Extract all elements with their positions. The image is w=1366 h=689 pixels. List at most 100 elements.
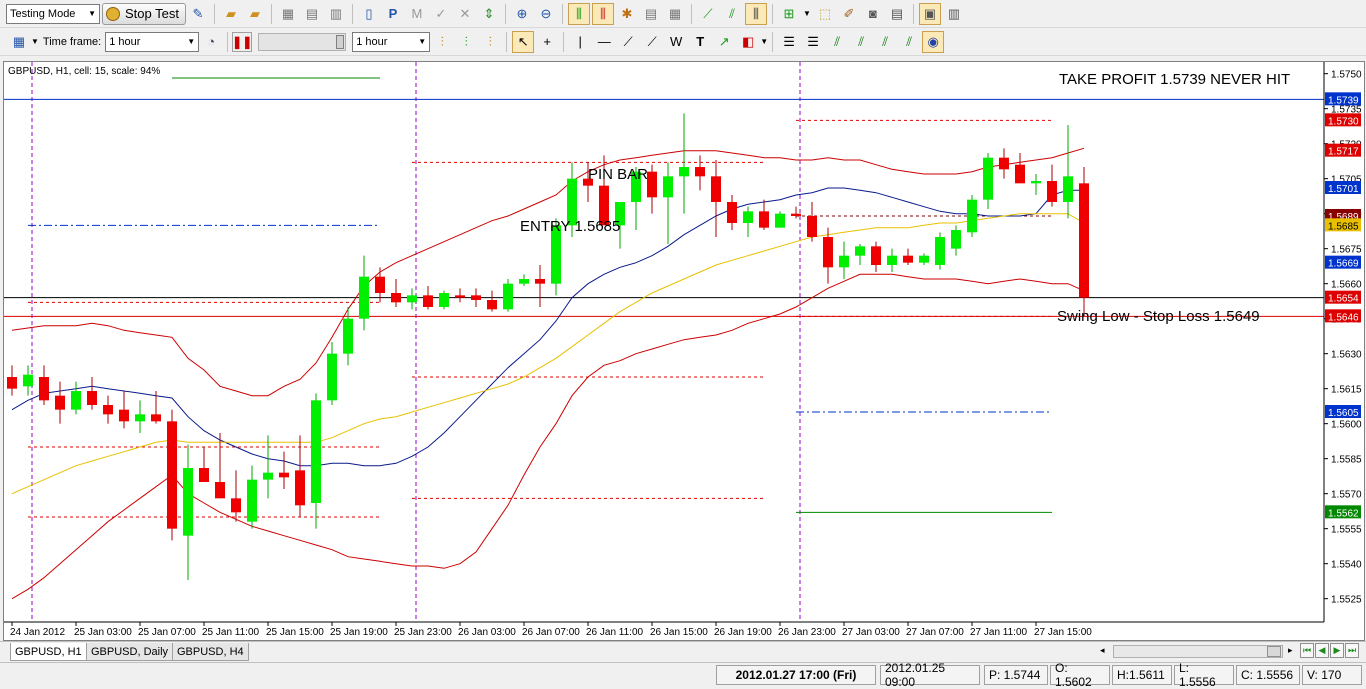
history-center-icon[interactable]: ▤	[886, 3, 908, 25]
bars-m15-icon[interactable]: ⫶	[479, 31, 501, 53]
candle-body	[311, 400, 321, 503]
zoom-in-icon[interactable]: ⊕	[511, 3, 533, 25]
chevron-down-icon[interactable]: ▼	[187, 37, 195, 46]
autotrading-icon[interactable]: ✓	[430, 3, 452, 25]
dropdown-arrow-icon[interactable]: ▼	[31, 37, 39, 46]
indicators-icon[interactable]: ⫽	[721, 3, 743, 25]
edit-expert-icon[interactable]: ✎	[187, 3, 209, 25]
skip-timeframe-select[interactable]: 1 hour ▼	[352, 31, 431, 52]
speed-slider[interactable]	[258, 32, 347, 51]
candlestick-icon[interactable]: ⫼	[591, 2, 614, 25]
trendline-icon[interactable]: ⟋	[617, 31, 639, 53]
pause-button[interactable]: ❚❚	[232, 31, 252, 52]
close-icon[interactable]: ✕	[454, 3, 476, 25]
magnet-icon[interactable]: ◉	[922, 30, 945, 53]
line-chart-icon[interactable]: ⟋	[697, 3, 719, 25]
chevron-down-icon[interactable]: ▼	[418, 37, 426, 46]
elliott-wave-icon[interactable]: W	[665, 31, 687, 53]
candle-body	[7, 377, 17, 389]
bars-m1-icon[interactable]: ⫶	[431, 31, 453, 53]
candle-body	[935, 237, 945, 265]
scroll-left-icon[interactable]: ◂	[1100, 645, 1105, 656]
candle-body	[455, 295, 465, 298]
arrows-label-icon[interactable]: ↗	[713, 31, 735, 53]
templates-icon[interactable]: ⬚	[814, 3, 836, 25]
first-tab-icon[interactable]: ⏮	[1300, 643, 1314, 658]
scroll-right-icon[interactable]: ▸	[1288, 645, 1293, 656]
crosshair-icon[interactable]: +	[536, 31, 558, 53]
properties-icon[interactable]: ▦	[664, 3, 686, 25]
status-high: H:1.5611	[1112, 665, 1172, 685]
fibo-lines-icon[interactable]: ☰	[802, 31, 824, 53]
new-document-icon[interactable]: ▯	[358, 3, 380, 25]
layout-icon[interactable]: ▥	[943, 3, 965, 25]
bar-chart-icon[interactable]: ⫼	[567, 2, 590, 25]
tab-gbpusd-h4[interactable]: GBPUSD, H4	[172, 643, 249, 661]
dropdown-arrow-icon[interactable]: ▼	[760, 37, 768, 46]
candle-body	[247, 479, 257, 522]
time-tick-label: 26 Jan 11:00	[586, 627, 644, 638]
price-marker-label: 1.5605	[1328, 408, 1359, 419]
candle-body	[1031, 181, 1041, 184]
brush-icon[interactable]: ✐	[838, 3, 860, 25]
price-tick-label: 1.5600	[1331, 420, 1362, 431]
tab-gbpusd-h1[interactable]: GBPUSD, H1	[10, 643, 87, 661]
print-preview-icon[interactable]: P	[382, 3, 404, 25]
tab-gbpusd-daily[interactable]: GBPUSD, Daily	[86, 643, 174, 661]
zoom-out-icon[interactable]: ⊖	[535, 3, 557, 25]
speed-gauge-icon[interactable]: ◔	[200, 31, 222, 53]
status-close: C: 1.5556	[1236, 665, 1300, 685]
terminal-icon[interactable]: M	[406, 3, 428, 25]
market-watch-icon[interactable]: ▦	[277, 3, 299, 25]
separator	[227, 31, 229, 52]
slider-knob[interactable]	[336, 34, 345, 49]
dropdown-arrow-icon[interactable]: ▼	[802, 3, 812, 25]
gann-fan-icon[interactable]: ⫽	[850, 31, 872, 53]
open-folder-icon[interactable]: ▰	[220, 3, 242, 25]
stop-test-icon	[106, 6, 120, 21]
separator	[563, 31, 565, 52]
timeframe-select[interactable]: 1 hour ▼	[105, 31, 200, 52]
add-indicator-icon[interactable]: ⊞	[778, 3, 800, 25]
navigator-icon[interactable]: ▥	[325, 3, 347, 25]
channel-icon[interactable]: ⫽	[898, 31, 920, 53]
bars-m5-icon[interactable]: ⫶	[455, 31, 477, 53]
candle-body	[871, 246, 881, 265]
shapes-icon[interactable]: ◧	[737, 31, 759, 53]
time-tick-label: 26 Jan 15:00	[650, 627, 708, 638]
mode-select[interactable]: Testing Mode ▼	[6, 3, 100, 24]
last-tab-icon[interactable]: ⏭	[1345, 643, 1359, 658]
grid-icon[interactable]: ⫼	[744, 2, 767, 25]
vertical-line-icon[interactable]: |	[569, 31, 591, 53]
text-icon[interactable]: T	[689, 31, 711, 53]
cursor-icon[interactable]: ↖	[512, 30, 535, 53]
angle-line-icon[interactable]: ⟋	[641, 31, 663, 53]
stop-test-button[interactable]: Stop Test	[102, 2, 186, 25]
price-chart[interactable]: 1.57501.57351.57201.57051.56901.56751.56…	[4, 62, 1364, 640]
profiles-icon[interactable]: ▰	[244, 3, 266, 25]
price-tick-label: 1.5615	[1331, 385, 1362, 396]
candle-body	[119, 409, 129, 422]
options-icon[interactable]: ▣	[918, 2, 941, 25]
auto-scroll-icon[interactable]: ✱	[616, 3, 638, 25]
andrews-pitchfork-icon[interactable]: ⫽	[874, 31, 896, 53]
chart-shift-icon[interactable]: ▤	[640, 3, 662, 25]
timeframe-label: Time frame:	[42, 35, 102, 48]
prev-tab-icon[interactable]: ◀	[1315, 643, 1329, 658]
scrollbar-thumb[interactable]	[1267, 646, 1281, 657]
horizontal-scrollbar[interactable]	[1113, 645, 1283, 658]
horizontal-line-icon[interactable]: —	[593, 31, 615, 53]
next-tab-icon[interactable]: ▶	[1330, 643, 1344, 658]
data-window-icon[interactable]: ▤	[301, 3, 323, 25]
fibo-retracement-icon[interactable]: ☰	[778, 31, 800, 53]
candle-body	[839, 255, 849, 268]
fibo-fan-icon[interactable]: ⫽	[826, 31, 848, 53]
mode-select-value: Testing Mode	[10, 7, 76, 20]
chevron-down-icon[interactable]: ▼	[88, 9, 96, 18]
screenshot-icon[interactable]: ◙	[862, 3, 884, 25]
chart-window[interactable]: 1.57501.57351.57201.57051.56901.56751.56…	[3, 61, 1365, 641]
chart-settings-icon[interactable]: ▦	[8, 31, 30, 53]
tab-label: GBPUSD, H1	[15, 645, 82, 658]
arrows-icon[interactable]: ⇕	[478, 3, 500, 25]
time-tick-label: 27 Jan 15:00	[1034, 627, 1092, 638]
